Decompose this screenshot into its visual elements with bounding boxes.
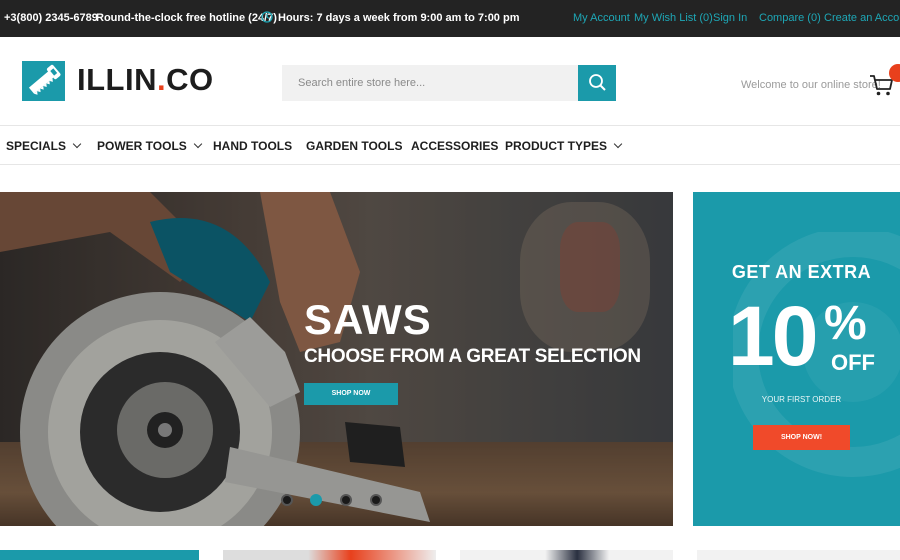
- wish-list-link[interactable]: My Wish List (0): [634, 12, 713, 24]
- nav-label: SPECIALS: [6, 139, 67, 153]
- logo-dot: .: [157, 62, 167, 97]
- main-nav: SPECIALS POWER TOOLS HAND TOOLS GARDEN T…: [0, 125, 900, 165]
- nav-item-accessories[interactable]: ACCESSORIES: [411, 139, 498, 153]
- chevron-down-icon: [613, 139, 623, 149]
- chevron-down-icon: [193, 139, 203, 149]
- nav-item-specials[interactable]: SPECIALS: [6, 139, 82, 153]
- nav-label: PRODUCT TYPES: [505, 139, 608, 153]
- slider-dot[interactable]: [370, 494, 382, 506]
- hotline-text: Round-the-clock free hotline (24/7): [96, 12, 277, 24]
- nav-label: POWER TOOLS: [97, 139, 187, 153]
- slider-dot[interactable]: [340, 494, 352, 506]
- hero-slider[interactable]: SAWS CHOOSE FROM A GREAT SELECTION SHOP …: [0, 192, 673, 526]
- hero-shop-now-button[interactable]: SHOP NOW: [304, 383, 398, 405]
- search-icon: [589, 74, 606, 91]
- promo-subtitle: YOUR FIRST ORDER: [761, 395, 842, 404]
- promo-heading: GET AN EXTRA: [731, 262, 872, 282]
- slider-dot-active[interactable]: [310, 494, 322, 506]
- hotline-phone: +3(800) 2345-6789: [4, 12, 98, 24]
- welcome-message: Welcome to our online store!: [741, 79, 881, 91]
- promo-banner[interactable]: GET AN EXTRA 10 % OFF YOUR FIRST ORDER S…: [693, 192, 900, 526]
- logo-suffix: CO: [166, 62, 214, 97]
- slider-dots: [281, 494, 391, 508]
- nav-item-garden-tools[interactable]: GARDEN TOOLS: [306, 139, 402, 153]
- search-bar: [282, 65, 616, 101]
- clock-icon: [261, 11, 273, 23]
- site-logo[interactable]: ILLIN.CO: [77, 62, 214, 98]
- bottom-product-tile[interactable]: [223, 550, 436, 560]
- store-hours: Hours: 7 days a week from 9:00 am to 7:0…: [278, 12, 520, 24]
- bottom-product-tile[interactable]: [460, 550, 673, 560]
- sign-in-link[interactable]: Sign In: [713, 12, 747, 24]
- cart-count-badge: [889, 64, 900, 82]
- my-account-link[interactable]: My Account: [573, 12, 630, 24]
- search-button[interactable]: [578, 65, 616, 101]
- chevron-down-icon: [72, 139, 82, 149]
- search-input[interactable]: [282, 65, 578, 101]
- promo-percent-sign: %: [824, 297, 867, 350]
- slider-dot[interactable]: [281, 494, 293, 506]
- nav-item-hand-tools[interactable]: HAND TOOLS: [213, 139, 292, 153]
- bottom-category-tile[interactable]: [0, 550, 199, 560]
- top-bar: +3(800) 2345-6789 Round-the-clock free h…: [0, 0, 900, 37]
- create-account-link[interactable]: Create an Account: [824, 12, 900, 24]
- nav-item-power-tools[interactable]: POWER TOOLS: [97, 139, 203, 153]
- nav-item-product-types[interactable]: PRODUCT TYPES: [505, 139, 623, 153]
- hero-title: SAWS: [304, 296, 432, 343]
- compare-link[interactable]: Compare (0): [759, 12, 821, 24]
- hero-subtitle: CHOOSE FROM A GREAT SELECTION: [304, 346, 641, 367]
- promo-discount-value: 10: [728, 289, 818, 383]
- logo-name: ILLIN: [77, 62, 157, 97]
- saw-logo-icon[interactable]: [22, 61, 65, 101]
- bottom-product-tile[interactable]: [697, 550, 900, 560]
- promo-off-label: OFF: [831, 350, 875, 375]
- promo-shop-now-button[interactable]: SHOP NOW!: [753, 425, 850, 450]
